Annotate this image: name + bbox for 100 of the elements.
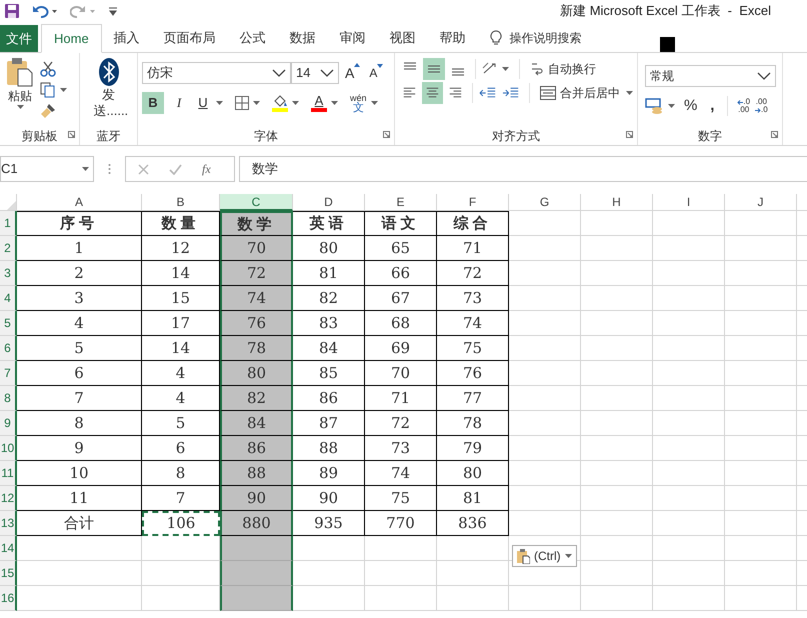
tell-me-search[interactable]: 操作说明搜索: [510, 29, 582, 47]
empty-cell[interactable]: [581, 511, 653, 536]
empty-cell[interactable]: [725, 411, 797, 436]
currency-icon[interactable]: [645, 98, 663, 114]
fill-color-icon[interactable]: [272, 94, 288, 112]
row-header[interactable]: 1: [0, 211, 17, 236]
formula-field[interactable]: 数学: [239, 156, 807, 182]
ribbon-tab[interactable]: 插入: [102, 24, 152, 52]
empty-cell[interactable]: [581, 361, 653, 386]
selected-empty-cell[interactable]: [220, 586, 293, 611]
selected-empty-cell[interactable]: [220, 561, 293, 586]
empty-cell[interactable]: [581, 336, 653, 361]
column-header[interactable]: I: [653, 194, 725, 211]
empty-cell[interactable]: [509, 311, 581, 336]
empty-cell[interactable]: [509, 336, 581, 361]
empty-cell[interactable]: [581, 261, 653, 286]
decrease-indent-icon[interactable]: [478, 86, 496, 100]
dropdown-icon[interactable]: [668, 104, 675, 108]
empty-cell[interactable]: [509, 411, 581, 436]
empty-cell[interactable]: [725, 436, 797, 461]
dropdown-icon[interactable]: [292, 101, 299, 105]
empty-cell[interactable]: [653, 361, 725, 386]
empty-cell[interactable]: [725, 336, 797, 361]
dropdown-icon[interactable]: [320, 69, 334, 77]
column-header[interactable]: G: [509, 194, 581, 211]
insert-function-button[interactable]: fx: [202, 160, 211, 178]
empty-cell[interactable]: [725, 386, 797, 411]
row-header[interactable]: 3: [0, 261, 17, 286]
empty-cell[interactable]: [581, 386, 653, 411]
grow-font-button[interactable]: A: [342, 62, 364, 84]
format-painter-icon[interactable]: [40, 103, 56, 119]
copy-icon[interactable]: [40, 82, 56, 98]
customize-icon[interactable]: [108, 6, 118, 16]
empty-cell[interactable]: [581, 536, 653, 561]
column-header[interactable]: D: [293, 194, 365, 211]
ribbon-tab[interactable]: 视图: [378, 24, 428, 52]
dropdown-icon[interactable]: [331, 101, 338, 105]
row-header[interactable]: 9: [0, 411, 17, 436]
column-header[interactable]: E: [365, 194, 437, 211]
empty-cell[interactable]: [725, 286, 797, 311]
empty-cell[interactable]: [437, 586, 509, 611]
empty-cell[interactable]: [725, 361, 797, 386]
empty-cell[interactable]: [581, 286, 653, 311]
column-header[interactable]: C: [220, 194, 293, 211]
row-header[interactable]: 12: [0, 486, 17, 511]
empty-cell[interactable]: [581, 561, 653, 586]
empty-cell[interactable]: [725, 461, 797, 486]
empty-cell[interactable]: [653, 311, 725, 336]
column-header[interactable]: J: [725, 194, 797, 211]
empty-cell[interactable]: [581, 461, 653, 486]
paste-options-menu[interactable]: (Ctrl): [512, 545, 577, 567]
empty-cell[interactable]: [509, 386, 581, 411]
empty-cell[interactable]: [509, 211, 581, 236]
row-header[interactable]: 10: [0, 436, 17, 461]
empty-cell[interactable]: [653, 386, 725, 411]
empty-cell[interactable]: [581, 311, 653, 336]
column-header[interactable]: A: [17, 194, 142, 211]
empty-cell[interactable]: [653, 561, 725, 586]
empty-cell[interactable]: [509, 486, 581, 511]
empty-cell[interactable]: [653, 211, 725, 236]
middle-align-icon[interactable]: [423, 58, 445, 80]
empty-cell[interactable]: [581, 436, 653, 461]
empty-cell[interactable]: [437, 536, 509, 561]
ribbon-tab[interactable]: 公式: [228, 24, 278, 52]
empty-cell[interactable]: [581, 586, 653, 611]
paste-button[interactable]: 粘贴: [4, 57, 36, 127]
number-format-field[interactable]: 常规: [645, 65, 776, 87]
empty-cell[interactable]: [725, 511, 797, 536]
ribbon-tab[interactable]: 文件: [0, 25, 38, 52]
increase-decimal-button[interactable]: .00 .0: [755, 98, 768, 114]
row-header[interactable]: 16: [0, 586, 17, 611]
decrease-decimal-button[interactable]: .0 .00: [737, 98, 750, 114]
dropdown-icon[interactable]: [82, 167, 89, 171]
empty-cell[interactable]: [509, 586, 581, 611]
empty-cell[interactable]: [653, 461, 725, 486]
empty-cell[interactable]: [725, 261, 797, 286]
dialog-launcher-icon[interactable]: [626, 131, 633, 138]
bold-button[interactable]: B: [142, 92, 164, 114]
empty-cell[interactable]: [653, 436, 725, 461]
dropdown-icon[interactable]: [60, 88, 67, 92]
empty-cell[interactable]: [725, 211, 797, 236]
dialog-launcher-icon[interactable]: [771, 131, 778, 138]
row-header[interactable]: 2: [0, 236, 17, 261]
empty-cell[interactable]: [581, 486, 653, 511]
percent-button[interactable]: %: [684, 95, 698, 118]
empty-cell[interactable]: [725, 586, 797, 611]
empty-cell[interactable]: [653, 511, 725, 536]
wrap-text-button[interactable]: 自动换行: [530, 60, 596, 78]
row-header[interactable]: 6: [0, 336, 17, 361]
ribbon-tab[interactable]: 帮助: [428, 24, 478, 52]
empty-cell[interactable]: [653, 411, 725, 436]
name-box[interactable]: C1: [0, 156, 94, 182]
empty-cell[interactable]: [653, 236, 725, 261]
empty-cell[interactable]: [653, 486, 725, 511]
empty-cell[interactable]: [509, 461, 581, 486]
empty-cell[interactable]: [653, 261, 725, 286]
row-header[interactable]: 8: [0, 386, 17, 411]
undo-icon[interactable]: [32, 4, 58, 18]
ribbon-tab[interactable]: 页面布局: [152, 24, 228, 52]
selected-empty-cell[interactable]: [220, 536, 293, 561]
